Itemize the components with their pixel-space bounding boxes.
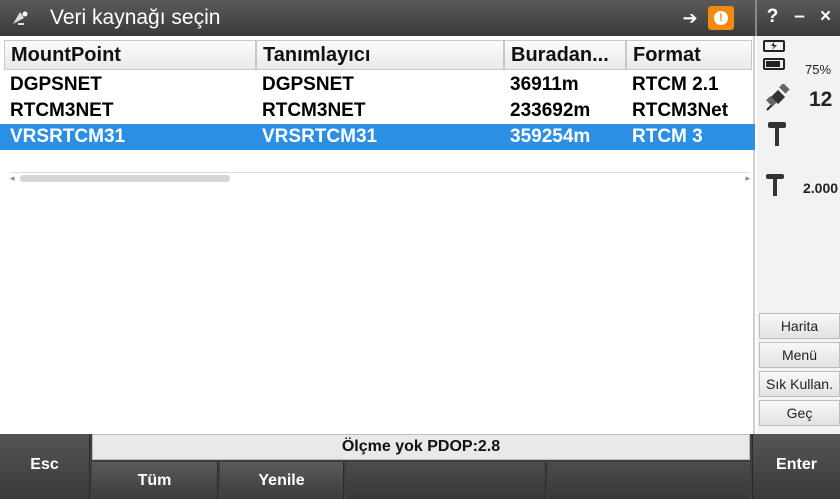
login-arrow-icon[interactable]: ➔ — [674, 6, 706, 30]
minimize-button[interactable]: – — [786, 0, 813, 36]
switch-button[interactable]: Geç — [759, 400, 840, 426]
battery-percent: 75% — [805, 62, 832, 77]
data-source-list: MountPoint Tanımlayıcı Buradan... Format… — [0, 36, 755, 434]
battery-icon — [763, 58, 785, 70]
antenna-height-icon[interactable] — [765, 172, 785, 196]
warning-icon[interactable]: ! — [708, 6, 734, 30]
satellite-count: 12 — [809, 88, 833, 111]
column-header-mountpoint[interactable]: MountPoint — [4, 40, 256, 70]
table-row[interactable]: DGPSNET DGPSNET 36911m RTCM 2.1 — [0, 72, 755, 98]
enter-button[interactable]: Enter — [752, 434, 840, 499]
status-icons: ➔ ! — [674, 6, 746, 30]
cell-identifier: DGPSNET — [262, 74, 354, 95]
softkey-empty[interactable] — [346, 462, 546, 499]
satellite-dish-icon — [13, 11, 28, 25]
cell-distance: 233692m — [510, 100, 591, 121]
scroll-left-icon[interactable]: ◂ — [10, 173, 15, 184]
satellite-icon[interactable] — [765, 84, 791, 112]
rover-antenna-icon[interactable] — [767, 120, 787, 146]
cell-format: RTCM 2.1 — [632, 74, 719, 95]
cell-mountpoint: VRSRTCM31 — [10, 126, 126, 147]
window-title: Veri kaynağı seçin — [50, 6, 221, 29]
esc-button[interactable]: Esc — [0, 434, 90, 499]
cell-distance: 36911m — [510, 74, 579, 95]
status-line: Ölçme yok PDOP:2.8 — [92, 434, 750, 460]
table-header: MountPoint Tanımlayıcı Buradan... Format — [0, 40, 755, 70]
cell-distance: 359254m — [510, 126, 591, 147]
map-button[interactable]: Harita — [759, 313, 840, 339]
battery-charging-icon — [763, 40, 785, 52]
cell-format: RTCM3Net — [632, 100, 729, 121]
refresh-button[interactable]: Yenile — [220, 462, 344, 499]
table-row-selected[interactable]: VRSRTCM31 VRSRTCM31 359254m RTCM 3 — [0, 124, 755, 150]
bottom-bar: Esc Ölçme yok PDOP:2.8 Tüm Yenile Enter — [0, 434, 840, 499]
cell-identifier: RTCM3NET — [262, 100, 366, 121]
table-row[interactable]: RTCM3NET RTCM3NET 233692m RTCM3Net — [0, 98, 755, 124]
close-button[interactable]: × — [812, 0, 839, 36]
antenna-height-value: 2.000 — [803, 180, 839, 196]
help-button[interactable]: ? — [759, 0, 786, 36]
title-divider — [755, 0, 757, 36]
status-side-panel: 75% 12 2.000 Harita Menü Sık Kullan. Geç — [757, 36, 840, 434]
scroll-right-icon[interactable]: ▸ — [745, 173, 750, 184]
favorites-button[interactable]: Sık Kullan. — [759, 371, 840, 397]
all-button[interactable]: Tüm — [92, 462, 218, 499]
softkey-empty[interactable] — [548, 462, 750, 499]
column-header-identifier[interactable]: Tanımlayıcı — [256, 40, 504, 70]
cell-mountpoint: RTCM3NET — [10, 100, 114, 121]
title-bar: Veri kaynağı seçin ➔ ! ? – × — [0, 0, 840, 36]
scrollbar-thumb[interactable] — [20, 175, 230, 182]
column-header-distance[interactable]: Buradan... — [504, 40, 626, 70]
menu-button[interactable]: Menü — [759, 342, 840, 368]
horizontal-scrollbar[interactable]: ◂ ▸ — [10, 172, 750, 184]
column-header-format[interactable]: Format — [626, 40, 752, 70]
cell-mountpoint: DGPSNET — [10, 74, 102, 95]
cell-identifier: VRSRTCM31 — [262, 126, 378, 147]
cell-format: RTCM 3 — [632, 126, 703, 147]
